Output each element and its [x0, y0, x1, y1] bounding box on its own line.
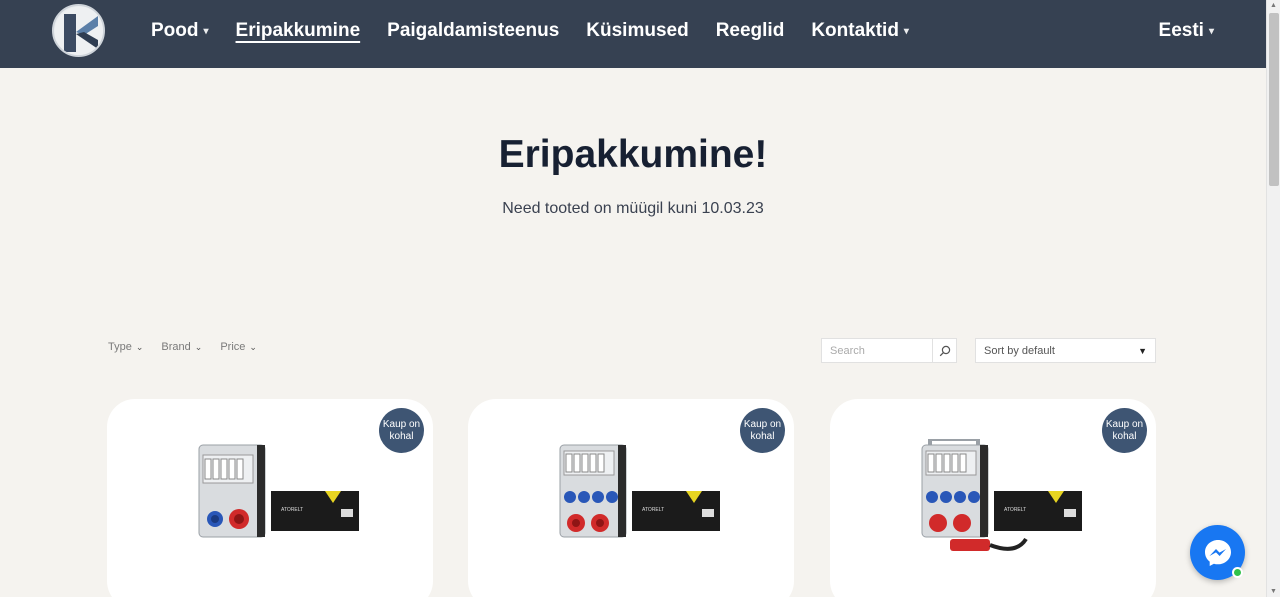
product-card[interactable]: Kaup on kohal ATORELT: [830, 399, 1156, 597]
product-search: [821, 338, 957, 363]
main-menu: Pood ▾ Eripakkumine Paigaldamisteenus Küs…: [151, 20, 936, 42]
nav-item-kusimused[interactable]: Küsimused: [586, 20, 688, 42]
product-card[interactable]: Kaup on kohal ATORELT: [468, 399, 794, 597]
messenger-chat-button[interactable]: [1190, 525, 1245, 580]
online-status-dot: [1232, 567, 1243, 578]
stock-badge: Kaup on kohal: [379, 408, 424, 453]
chevron-down-icon: ⌄: [194, 341, 203, 352]
filter-brand[interactable]: Brand ⌄: [161, 341, 202, 353]
page-scrollbar[interactable]: ▲ ▼: [1266, 0, 1280, 597]
filter-bar: Type ⌄ Brand ⌄ Price ⌄: [108, 341, 275, 353]
chevron-down-icon: ▾: [203, 25, 209, 37]
nav-item-label: Eripakkumine: [235, 20, 361, 41]
filter-label: Brand: [161, 341, 191, 353]
product-image[interactable]: ATORELT: [193, 439, 363, 559]
nav-item-label: Paigaldamisteenus: [387, 20, 560, 41]
product-card[interactable]: Kaup on kohal ATORELT: [107, 399, 433, 597]
language-selector[interactable]: Eesti ▾: [1159, 20, 1214, 42]
page-subtitle: Need tooted on müügil kuni 10.03.23: [502, 200, 764, 217]
chevron-down-icon: ▾: [1208, 25, 1214, 37]
sort-select[interactable]: Sort by default ▼: [975, 338, 1156, 363]
scroll-down-icon[interactable]: ▼: [1270, 588, 1277, 595]
filter-type[interactable]: Type ⌄: [108, 341, 143, 353]
page-title: Eripakkumine!: [498, 133, 768, 176]
chevron-down-icon: ▾: [903, 25, 909, 37]
nav-item-label: Kontaktid: [811, 20, 899, 41]
nav-item-eripakkumine[interactable]: Eripakkumine: [236, 20, 361, 42]
nav-item-label: Pood: [151, 20, 199, 41]
dropdown-arrow-icon: ▼: [1138, 345, 1147, 356]
sort-selected-value: Sort by default: [984, 344, 1055, 357]
language-label: Eesti: [1158, 20, 1204, 41]
filter-label: Price: [220, 341, 246, 353]
brand-logo[interactable]: [52, 4, 105, 57]
filter-price[interactable]: Price ⌄: [220, 341, 257, 353]
scrollbar-thumb[interactable]: [1269, 13, 1279, 186]
filter-label: Type: [108, 341, 132, 353]
nav-item-label: Küsimused: [586, 20, 689, 41]
chevron-down-icon: ⌄: [249, 341, 257, 352]
nav-item-reeglid[interactable]: Reeglid: [716, 20, 785, 42]
svg-text:ATORELT: ATORELT: [281, 507, 303, 513]
stock-badge: Kaup on kohal: [740, 408, 785, 453]
search-icon: [939, 345, 950, 356]
nav-item-label: Reeglid: [715, 20, 785, 41]
chevron-down-icon: ⌄: [135, 341, 144, 352]
svg-text:ATORELT: ATORELT: [1004, 507, 1026, 513]
search-input[interactable]: [822, 339, 932, 362]
nav-item-paigaldamisteenus[interactable]: Paigaldamisteenus: [387, 20, 559, 42]
nav-item-kontaktid[interactable]: Kontaktid ▾: [811, 20, 909, 42]
svg-text:ATORELT: ATORELT: [642, 507, 664, 513]
messenger-icon: [1204, 539, 1231, 566]
stock-badge: Kaup on kohal: [1102, 408, 1147, 453]
top-navigation: Pood ▾ Eripakkumine Paigaldamisteenus Küs…: [0, 0, 1266, 68]
scroll-up-icon[interactable]: ▲: [1270, 2, 1277, 9]
product-image[interactable]: ATORELT: [554, 439, 724, 559]
nav-item-pood[interactable]: Pood ▾: [151, 20, 209, 42]
search-button[interactable]: [932, 339, 956, 362]
product-image[interactable]: ATORELT: [916, 439, 1086, 559]
